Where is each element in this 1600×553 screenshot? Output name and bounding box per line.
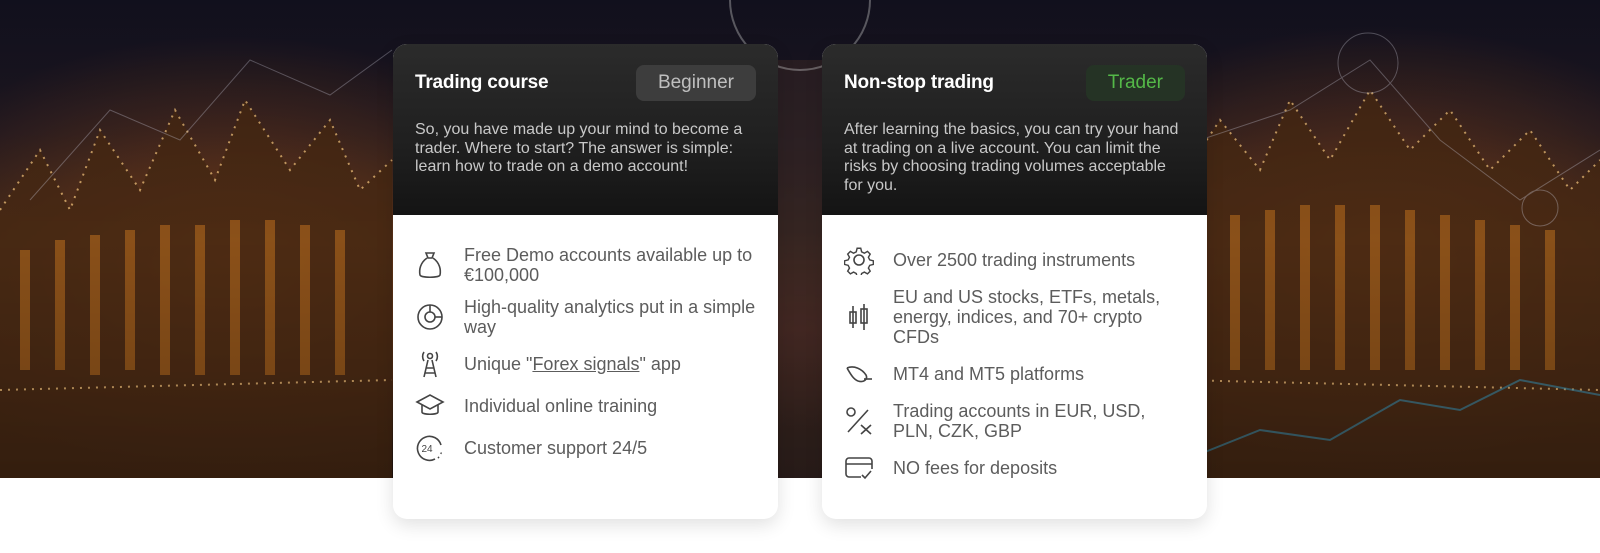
forex-signals-link[interactable]: Forex signals: [532, 354, 639, 374]
feature-text: Unique "Forex signals" app: [464, 354, 756, 374]
feature-item: 24 Customer support 24/5: [415, 433, 756, 463]
card-non-stop-trading: Non-stop trading Trader After learning t…: [822, 44, 1207, 519]
feature-item: EU and US stocks, ETFs, metals, energy, …: [844, 287, 1185, 347]
feature-item: Free Demo accounts available up to €100,…: [415, 245, 756, 285]
card-header-row: Non-stop trading Trader: [844, 65, 1185, 101]
feature-text-suffix: " app: [639, 354, 681, 374]
card-title: Non-stop trading: [844, 72, 994, 93]
money-bag-icon: [415, 250, 445, 280]
card-header: Non-stop trading Trader After learning t…: [822, 44, 1207, 215]
card-description: After learning the basics, you can try y…: [844, 121, 1179, 195]
card-header-row: Trading course Beginner: [415, 65, 756, 101]
card-description: So, you have made up your mind to become…: [415, 121, 743, 176]
platform-icon: [844, 359, 874, 389]
feature-item: MT4 and MT5 platforms: [844, 359, 1185, 389]
feature-item: Unique "Forex signals" app: [415, 349, 756, 379]
feature-text: Over 2500 trading instruments: [893, 250, 1136, 270]
support-24-icon-label: 24: [422, 444, 434, 455]
feature-item: Trading accounts in EUR, USD, PLN, CZK, …: [844, 401, 1185, 441]
feature-list: Over 2500 trading instruments EU and US …: [822, 215, 1207, 483]
feature-text: High-quality analytics put in a simple w…: [464, 297, 756, 337]
level-badge-beginner[interactable]: Beginner: [635, 65, 756, 101]
feature-list: Free Demo accounts available up to €100,…: [393, 215, 778, 463]
level-badge-trader[interactable]: Trader: [1085, 65, 1185, 101]
analytics-chart-icon: [415, 302, 445, 332]
card-check-icon: [844, 453, 874, 483]
card-title: Trading course: [415, 72, 549, 93]
feature-text: Free Demo accounts available up to €100,…: [464, 245, 753, 285]
feature-text: NO fees for deposits: [893, 458, 1058, 478]
feature-item: Individual online training: [415, 391, 756, 421]
hero-background: [0, 0, 1600, 478]
feature-text-prefix: Unique ": [464, 354, 533, 374]
card-trading-course: Trading course Beginner So, you have mad…: [393, 44, 778, 519]
feature-text: Customer support 24/5: [464, 438, 648, 458]
graduation-cap-icon: [415, 391, 445, 421]
feature-item: Over 2500 trading instruments: [844, 245, 1185, 275]
hero-overlay: [0, 0, 1600, 478]
gear-icon: [844, 245, 874, 275]
feature-text: MT4 and MT5 platforms: [893, 364, 1085, 384]
feature-item: NO fees for deposits: [844, 453, 1185, 483]
feature-text: Trading accounts in EUR, USD, PLN, CZK, …: [893, 401, 1146, 441]
signal-tower-icon: [415, 349, 445, 379]
currency-percent-icon: [844, 406, 874, 436]
feature-item: High-quality analytics put in a simple w…: [415, 297, 756, 337]
feature-text: Individual online training: [464, 396, 658, 416]
feature-text: EU and US stocks, ETFs, metals, energy, …: [893, 287, 1161, 347]
card-header: Trading course Beginner So, you have mad…: [393, 44, 778, 215]
candlestick-icon: [844, 302, 874, 332]
support-24-icon: 24: [415, 433, 445, 463]
